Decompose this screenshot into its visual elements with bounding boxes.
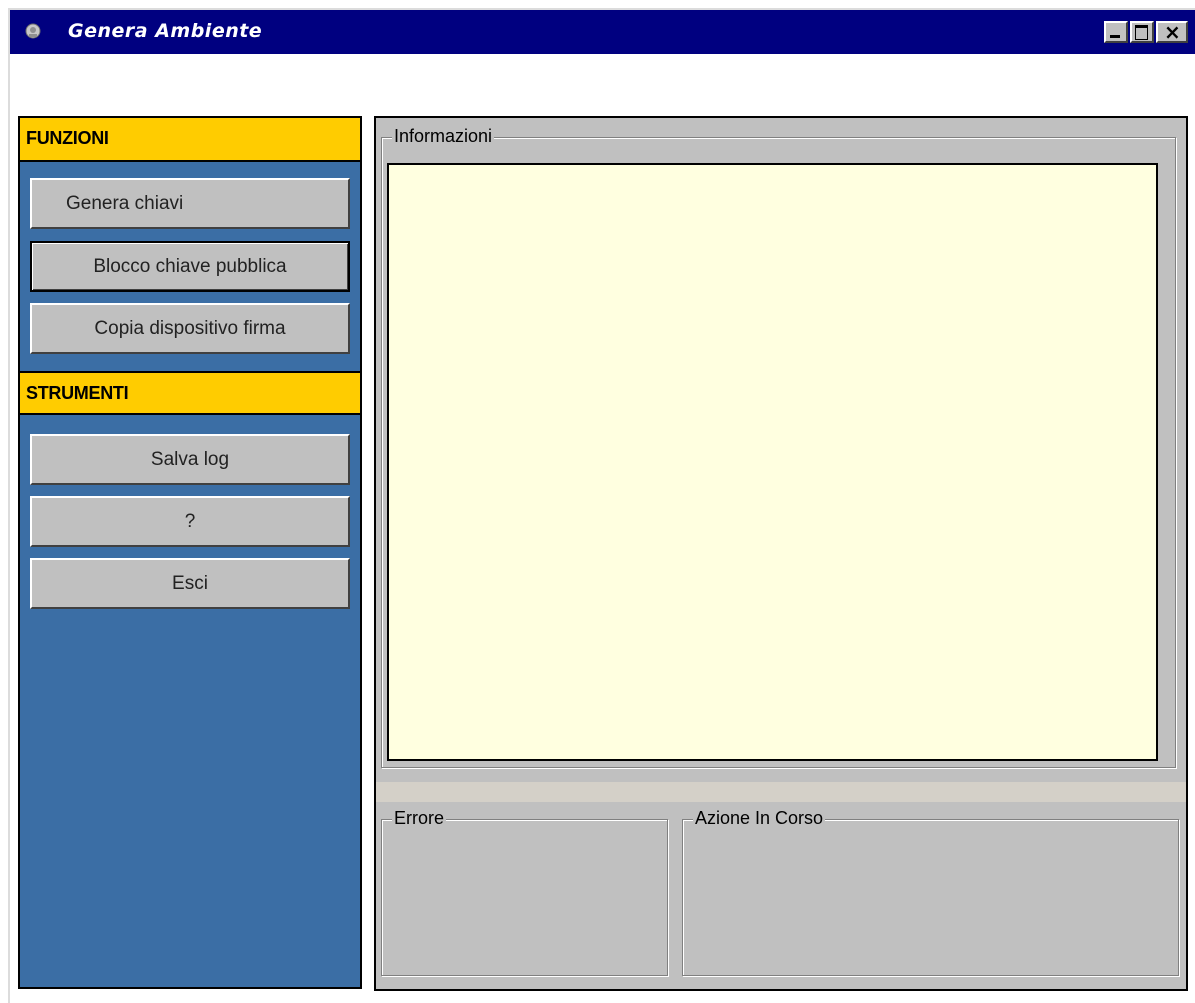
copia-dispositivo-firma-button[interactable]: Copia dispositivo firma (30, 303, 350, 354)
blocco-chiave-pubblica-button[interactable]: Blocco chiave pubblica (30, 241, 350, 292)
minimize-icon[interactable] (1104, 21, 1128, 43)
errore-label: Errore (392, 807, 447, 829)
azione-in-corso-label: Azione In Corso (693, 807, 826, 829)
strumenti-header: STRUMENTI (20, 371, 360, 415)
sidebar-panel: FUNZIONI Genera chiavi Blocco chiave pub… (18, 116, 362, 989)
funzioni-header: FUNZIONI (20, 118, 360, 162)
main-panel: Informazioni Errore Azione In Corso (374, 116, 1188, 991)
informazioni-text-area[interactable] (387, 163, 1158, 761)
informazioni-group: Informazioni (381, 125, 1176, 768)
salva-log-button[interactable]: Salva log (30, 434, 350, 485)
esci-button[interactable]: Esci (30, 558, 350, 609)
title-bar[interactable]: Genera Ambiente × (10, 10, 1195, 54)
splitter-bar[interactable] (376, 782, 1186, 802)
errore-group: Errore (381, 807, 668, 976)
close-icon[interactable]: × (1156, 20, 1188, 44)
help-button[interactable]: ? (30, 496, 350, 547)
azione-in-corso-group: Azione In Corso (682, 807, 1179, 976)
window-title: Genera Ambiente (68, 20, 263, 42)
informazioni-label: Informazioni (392, 125, 495, 147)
app-emblem-icon (25, 23, 41, 39)
maximize-icon[interactable] (1130, 21, 1154, 43)
genera-chiavi-button[interactable]: Genera chiavi (30, 178, 350, 229)
